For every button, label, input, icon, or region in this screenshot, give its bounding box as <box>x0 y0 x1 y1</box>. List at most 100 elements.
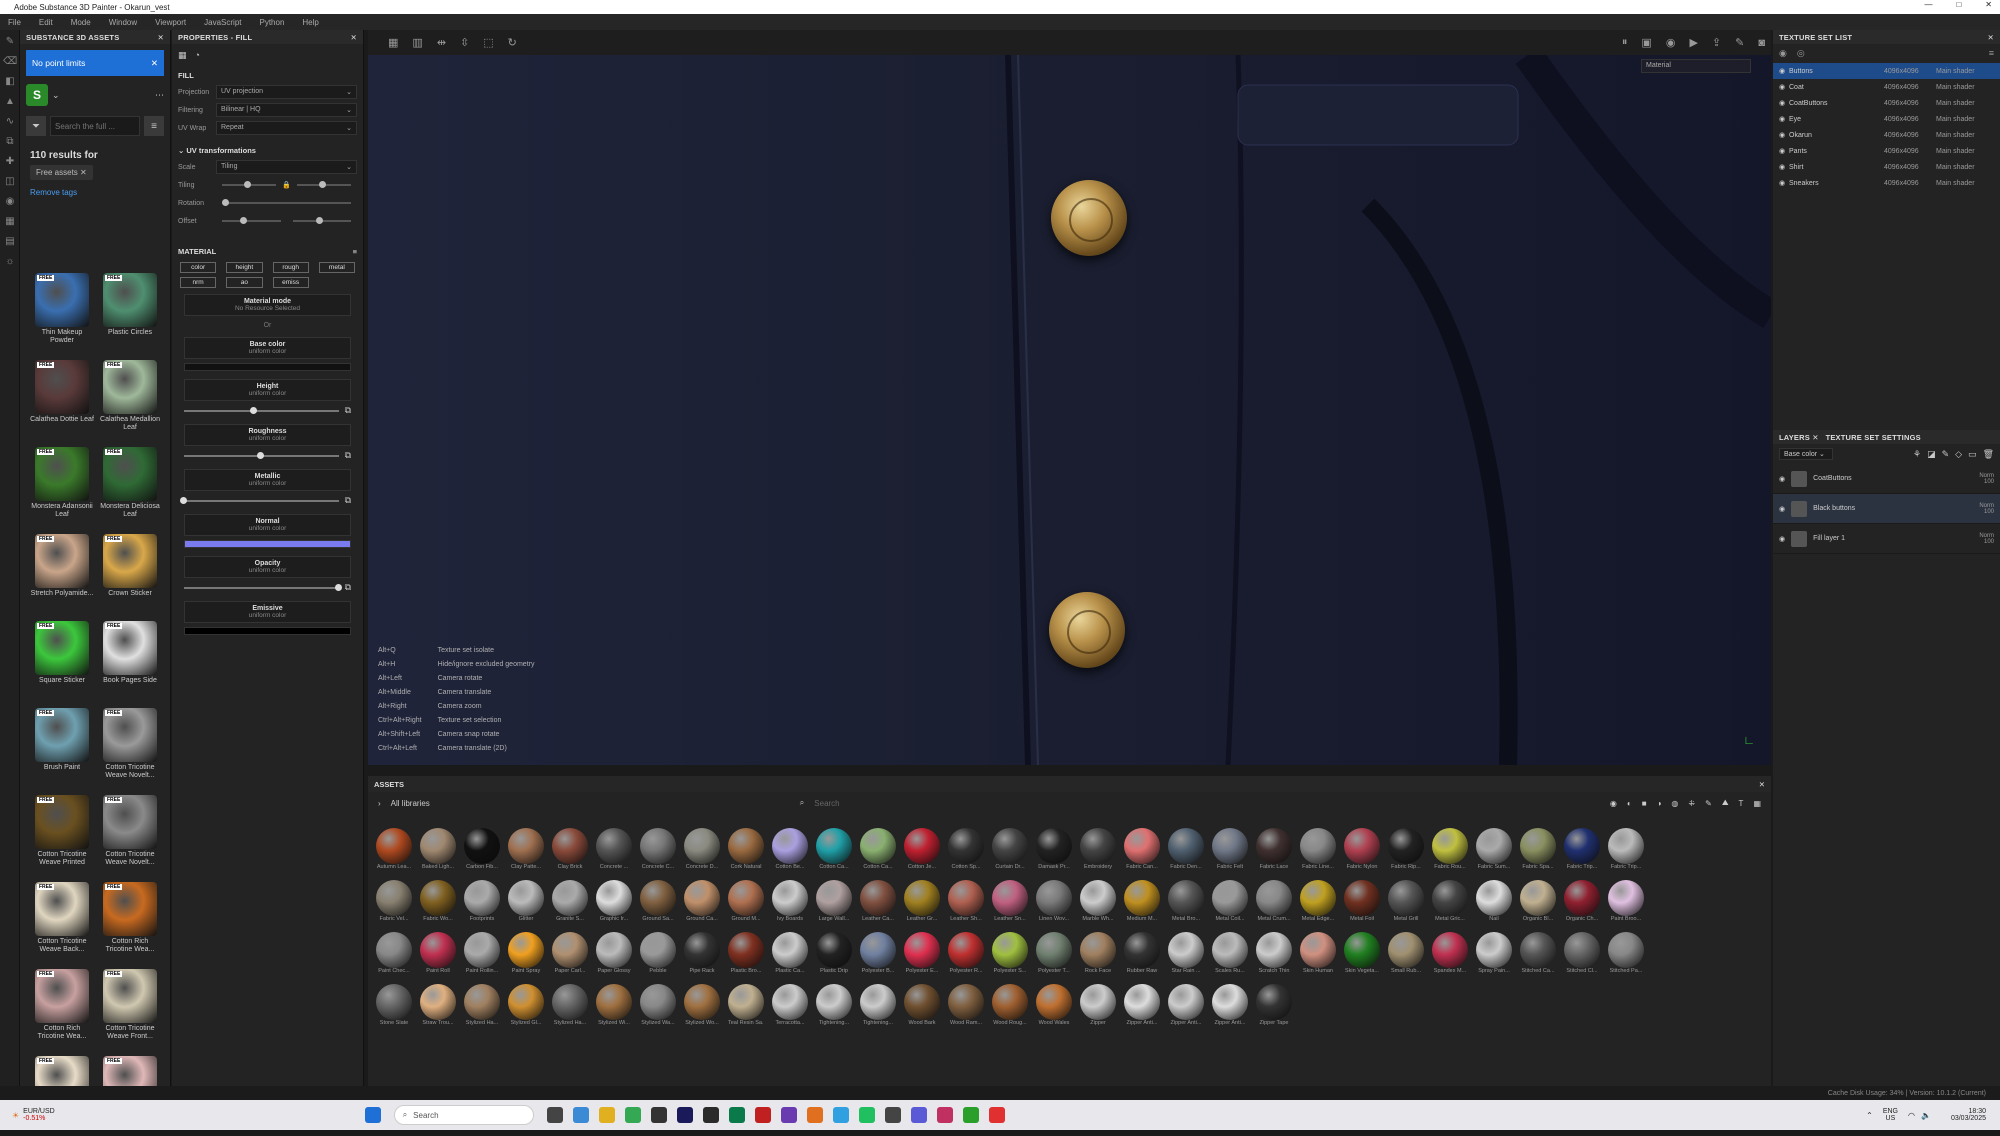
material-sphere[interactable]: Damask Pr... <box>1036 828 1072 874</box>
link-icon[interactable]: ⧉ <box>345 405 351 416</box>
grid-view-icon[interactable]: ▦ <box>1753 799 1761 808</box>
view-list-icon[interactable]: ▥ <box>412 36 422 49</box>
language-indicator[interactable]: ENG US <box>1883 1108 1898 1122</box>
asset-card[interactable]: FREE Crown Sticker <box>98 534 162 614</box>
material-sphere[interactable]: Straw Trou... <box>420 984 456 1030</box>
material-sphere[interactable]: Scratch Thin <box>1256 932 1292 978</box>
layer-row[interactable]: ◉ Fill layer 1 Norm 100 <box>1773 524 2000 554</box>
delete-layer-icon[interactable]: 🗑 <box>1983 449 1994 460</box>
material-sphere[interactable]: Cotton Be... <box>772 828 808 874</box>
smudge-tool-icon[interactable]: ∿ <box>3 116 17 130</box>
smart-materials-icon[interactable]: ◐ <box>1627 799 1632 808</box>
material-sphere[interactable]: Fabric Vel... <box>376 880 412 926</box>
eye-icon[interactable]: ◉ <box>1779 115 1789 123</box>
materials-filter-icon[interactable]: ◉ <box>1610 799 1617 808</box>
material-sphere[interactable]: Organic Bl... <box>1520 880 1556 926</box>
chip-emiss[interactable]: emiss <box>272 277 309 288</box>
assets-tab-icon[interactable]: ▦ <box>3 216 17 230</box>
material-sphere[interactable]: Carbon Fib... <box>464 828 500 874</box>
material-sphere[interactable]: Cork Natural <box>728 828 764 874</box>
asset-card[interactable]: FREE Cotton Tricotine Weave Printed <box>30 795 94 875</box>
projection-tool-icon[interactable]: ◧ <box>3 76 17 90</box>
channel-select[interactable]: Base color ⌄ <box>1779 448 1833 460</box>
menu-edit[interactable]: Edit <box>39 18 53 27</box>
material-sphere[interactable]: Polyester B... <box>860 932 896 978</box>
filters-icon[interactable]: ◑ <box>1657 799 1662 808</box>
eye-icon[interactable]: ◉ <box>1779 131 1789 139</box>
asset-card[interactable]: FREE Cotton Tricotine Weave Front... <box>98 969 162 1049</box>
material-sphere[interactable]: Fabric Lace <box>1256 828 1292 874</box>
material-sphere[interactable]: Teal Resin Sa... <box>728 984 764 1030</box>
material-sphere[interactable]: Wood Bark <box>904 984 940 1030</box>
material-sphere[interactable]: Clay Brick <box>552 828 588 874</box>
layer-row[interactable]: ◉ Black buttons Norm 100 <box>1773 494 2000 524</box>
sort-icon[interactable]: ≡ <box>144 116 164 136</box>
brushes-icon[interactable]: ◍ <box>1671 799 1678 808</box>
panel-close-icon[interactable]: ✕ <box>1988 33 1994 42</box>
material-sphere[interactable]: Tightening... <box>860 984 896 1030</box>
material-sphere[interactable]: Stylized Gl... <box>508 984 544 1030</box>
material-sphere[interactable]: Fabric Rip... <box>1388 828 1424 874</box>
eye-icon[interactable]: ◉ <box>1779 163 1789 171</box>
menu-help[interactable]: Help <box>302 18 318 27</box>
geometry-mask-icon[interactable]: ◫ <box>3 176 17 190</box>
texture-set-row[interactable]: ◉ Shirt 4096x4096 Main shader <box>1773 159 2000 175</box>
history-icon[interactable]: ↻ <box>508 36 517 49</box>
color-swatch[interactable] <box>184 540 351 548</box>
material-sphere[interactable]: Pebble <box>640 932 676 978</box>
viewport-mode-select[interactable]: Material <box>1641 59 1751 73</box>
material-sphere[interactable]: Zipper <box>1080 984 1116 1030</box>
lock-icon[interactable]: 🔒 <box>282 181 291 189</box>
app-icon[interactable] <box>780 1107 797 1123</box>
channel-header[interactable]: Normal uniform color <box>184 514 351 536</box>
eye-icon[interactable]: ◉ <box>1779 475 1785 483</box>
weather-icon[interactable]: ☀ <box>12 1111 19 1120</box>
picker-tool-icon[interactable]: ✚ <box>3 156 17 170</box>
material-sphere[interactable]: Organic Ch... <box>1564 880 1600 926</box>
rotation-slider[interactable] <box>222 199 351 206</box>
menu-window[interactable]: Window <box>109 18 137 27</box>
channel-header[interactable]: Base color uniform color <box>184 337 351 359</box>
offset-slider-u[interactable] <box>222 217 281 224</box>
slider-track[interactable] <box>184 406 339 414</box>
start-icon[interactable] <box>364 1107 381 1123</box>
material-sphere[interactable]: Plastic Bro... <box>728 932 764 978</box>
material-sphere[interactable]: Nail <box>1476 880 1512 926</box>
remove-tags-link[interactable]: Remove tags <box>30 188 160 197</box>
material-sphere[interactable]: Curtain Dr... <box>992 828 1028 874</box>
material-sphere[interactable]: Linen Wov... <box>1036 880 1072 926</box>
eye-icon[interactable]: ◉ <box>1779 48 1787 59</box>
tiling-slider-v[interactable] <box>296 181 351 188</box>
material-sphere[interactable]: Metal Edge... <box>1300 880 1336 926</box>
slider-track[interactable] <box>184 583 342 591</box>
material-sphere[interactable]: Marble Wh... <box>1080 880 1116 926</box>
filtering-select[interactable]: Bilinear | HQ ⌄ <box>216 103 357 117</box>
camera-icon[interactable]: ▣ <box>1641 36 1651 49</box>
value-slider[interactable]: ⧉ <box>184 582 351 593</box>
layer-opacity[interactable]: 100 <box>1979 539 1994 545</box>
slider-track[interactable] <box>180 496 339 504</box>
material-sphere[interactable]: Plastic Drip <box>816 932 852 978</box>
material-sphere[interactable]: Stylized Wi... <box>596 984 632 1030</box>
asset-card[interactable]: FREE Brush Paint <box>30 708 94 788</box>
asset-card[interactable]: FREE Cotton Tricotine Weave Novelt... <box>98 795 162 875</box>
material-sphere[interactable]: Metal Coil... <box>1212 880 1248 926</box>
material-sphere[interactable]: Spandex M... <box>1432 932 1468 978</box>
eye-hidden-icon[interactable]: ◎ <box>1797 48 1805 59</box>
material-sphere[interactable]: Fabric Spa... <box>1520 828 1556 874</box>
material-sphere[interactable]: Medium M... <box>1124 880 1160 926</box>
material-sphere[interactable]: Stone Slate <box>376 984 412 1030</box>
material-sphere[interactable]: Paint Roll <box>420 932 456 978</box>
chevron-right-icon[interactable]: › <box>378 799 381 808</box>
tab-texture-set-settings[interactable]: TEXTURE SET SETTINGS <box>1826 433 1921 442</box>
tiling-slider[interactable] <box>222 181 277 188</box>
menu-mode[interactable]: Mode <box>71 18 91 27</box>
texture-set-row[interactable]: ◉ Coat 4096x4096 Main shader <box>1773 79 2000 95</box>
panel-close-icon[interactable]: ✕ <box>158 33 164 42</box>
add-paint-layer-icon[interactable]: ✎ <box>1942 449 1950 460</box>
tools-icon[interactable]: ✎ <box>1705 799 1712 808</box>
material-sphere[interactable]: Wood Wales <box>1036 984 1072 1030</box>
material-sphere[interactable]: Metal Foil <box>1344 880 1380 926</box>
environments-icon[interactable]: ⛰ <box>1722 798 1729 808</box>
material-sphere[interactable]: Leather Gr... <box>904 880 940 926</box>
